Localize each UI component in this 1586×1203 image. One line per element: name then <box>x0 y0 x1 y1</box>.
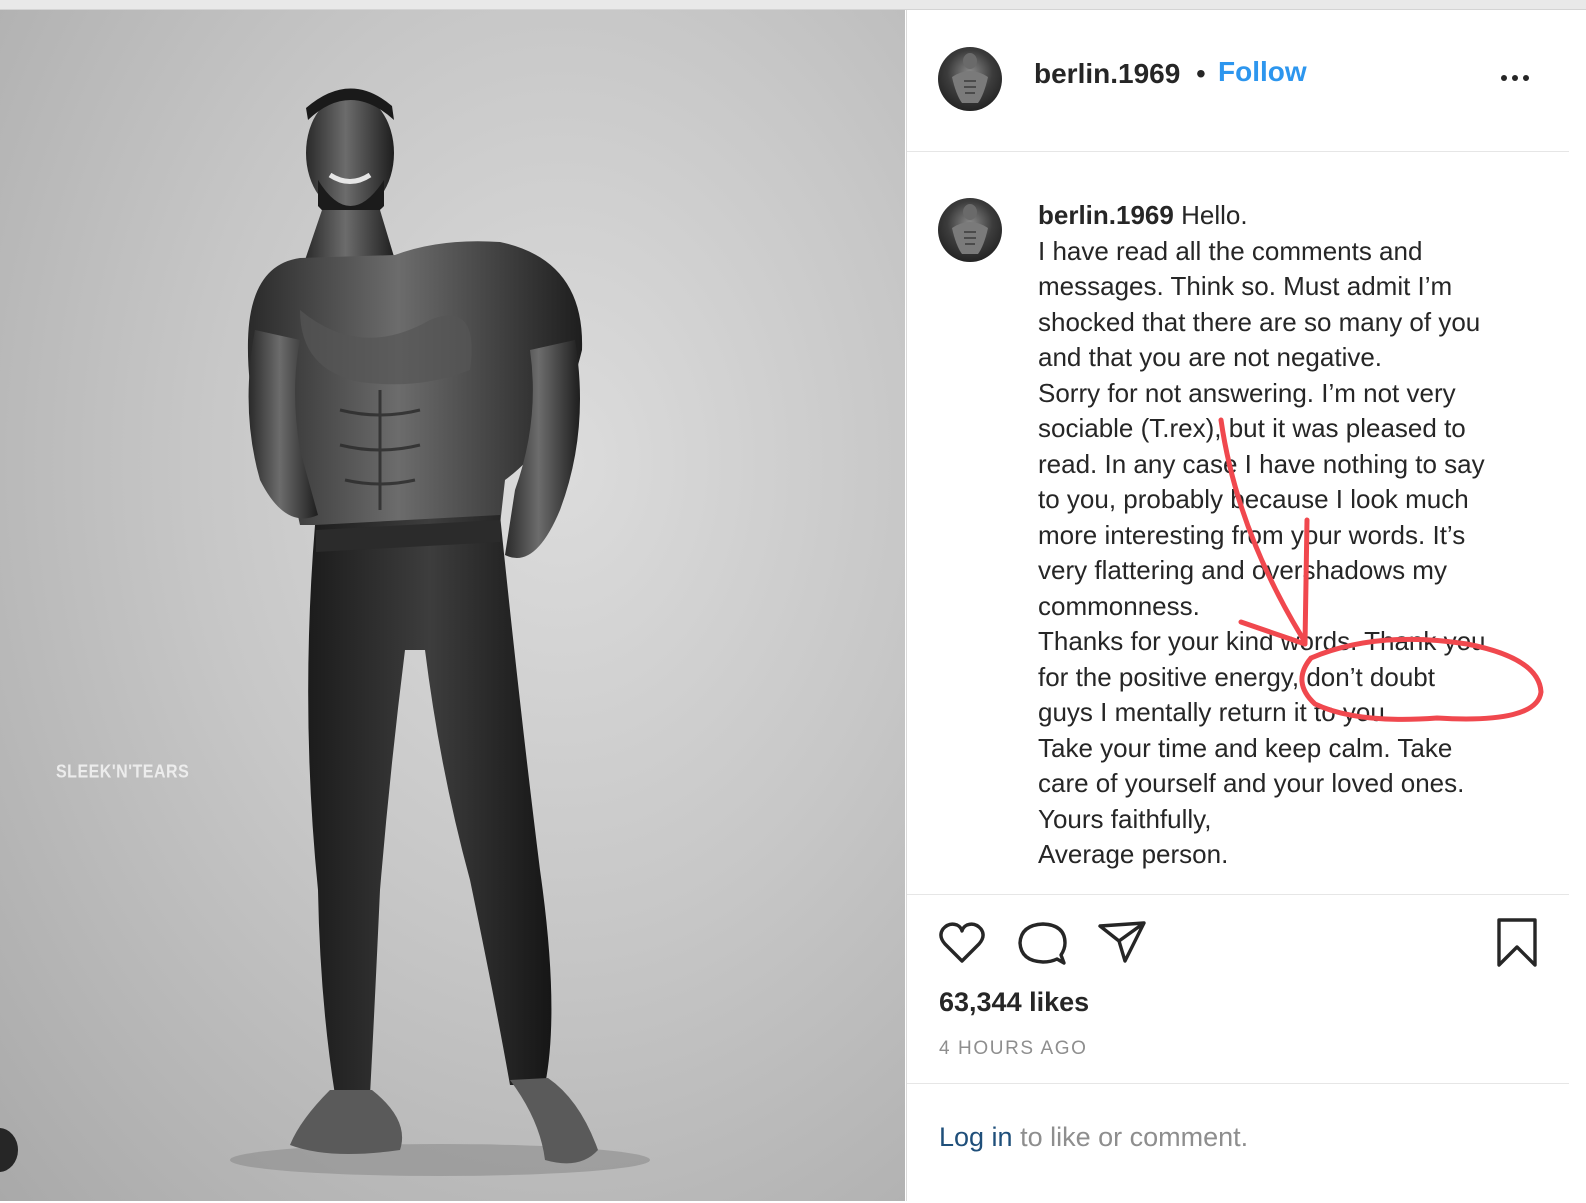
caption-area: berlin.1969 Hello. I have read all the c… <box>907 152 1569 894</box>
more-dot <box>1501 75 1507 81</box>
header-separator: • <box>1196 58 1206 89</box>
caption-line: very flattering and overshadows my <box>1038 555 1447 585</box>
login-link[interactable]: Log in <box>939 1122 1013 1152</box>
post-caption: berlin.1969 Hello. I have read all the c… <box>1038 198 1548 873</box>
post-sidebar: berlin.1969 • Follow berlin.1969 Hello. … <box>906 10 1586 1201</box>
photo-watermark: SLEEK'N'TEARS <box>56 762 190 783</box>
comment-icon-graphic <box>1018 922 1067 965</box>
caption-username[interactable]: berlin.1969 <box>1038 200 1174 230</box>
bookmark-icon-graphic <box>1497 918 1537 967</box>
post-photo: SLEEK'N'TEARS <box>0 10 905 1201</box>
bookmark-icon[interactable] <box>1495 917 1539 969</box>
caption-line: Average person. <box>1038 839 1229 869</box>
likes-count[interactable]: 63,344 likes <box>939 987 1089 1018</box>
caption-line: commonness. <box>1038 590 1200 621</box>
send-icon[interactable] <box>1097 919 1147 965</box>
caption-line: for the positive energy, don’t doubt <box>1038 661 1435 692</box>
post-header: berlin.1969 • Follow <box>907 10 1569 152</box>
avatar-image <box>952 53 988 103</box>
caption-line: Thanks for your kind words. Thank you <box>1038 626 1486 656</box>
caption-line: I have read all the comments and <box>1038 235 1423 266</box>
heart-icon[interactable] <box>937 919 987 965</box>
caption-line: guys I mentally return it to you. <box>1038 697 1393 727</box>
login-prompt-text: Log in to like or comment. <box>939 1122 1248 1153</box>
caption-line: care of yourself and your loved ones. <box>1038 768 1465 798</box>
comment-icon[interactable] <box>1017 919 1067 967</box>
caption-line: shocked that there are so many of you <box>1038 306 1481 337</box>
more-dot <box>1512 75 1518 81</box>
caption-avatar[interactable] <box>938 198 1002 262</box>
avatar-image <box>952 204 988 254</box>
header-username[interactable]: berlin.1969 <box>1034 58 1180 90</box>
heart-icon-graphic <box>939 922 985 963</box>
caption-line: and that you are not negative. <box>1038 342 1383 372</box>
header-avatar[interactable] <box>938 47 1002 111</box>
more-options-icon[interactable] <box>1501 72 1535 84</box>
caption-line: read. In any case I have nothing to say <box>1038 448 1485 479</box>
caption-line: berlin.1969 Hello. <box>1038 198 1548 234</box>
send-icon-graphic <box>1098 921 1146 963</box>
caption-text: Hello. <box>1181 200 1248 230</box>
caption-line: Sorry for not answering. I’m not very <box>1038 377 1456 408</box>
caption-line: sociable (T.rex), but it was pleased to <box>1038 413 1466 443</box>
caption-line: messages. Think so. Must admit I’m <box>1038 271 1453 301</box>
caption-line: to you, probably because I look much <box>1038 484 1469 514</box>
login-rest-text: to like or comment. <box>1012 1122 1249 1152</box>
post-actions: 63,344 likes 4 HOURS AGO Log in to like … <box>907 894 1569 1202</box>
window-top-strip <box>0 0 1586 10</box>
caption-line: Yours faithfully, <box>1038 803 1212 834</box>
more-dot <box>1523 75 1529 81</box>
post-timestamp[interactable]: 4 HOURS AGO <box>939 1038 1088 1060</box>
caption-line: more interesting from your words. It’s <box>1038 519 1466 550</box>
login-prompt: Log in to like or comment. <box>907 1083 1569 1203</box>
follow-button[interactable]: Follow <box>1218 56 1307 88</box>
bodybuilder-figure <box>230 88 650 1176</box>
caption-line: Take your time and keep calm. Take <box>1038 732 1453 763</box>
